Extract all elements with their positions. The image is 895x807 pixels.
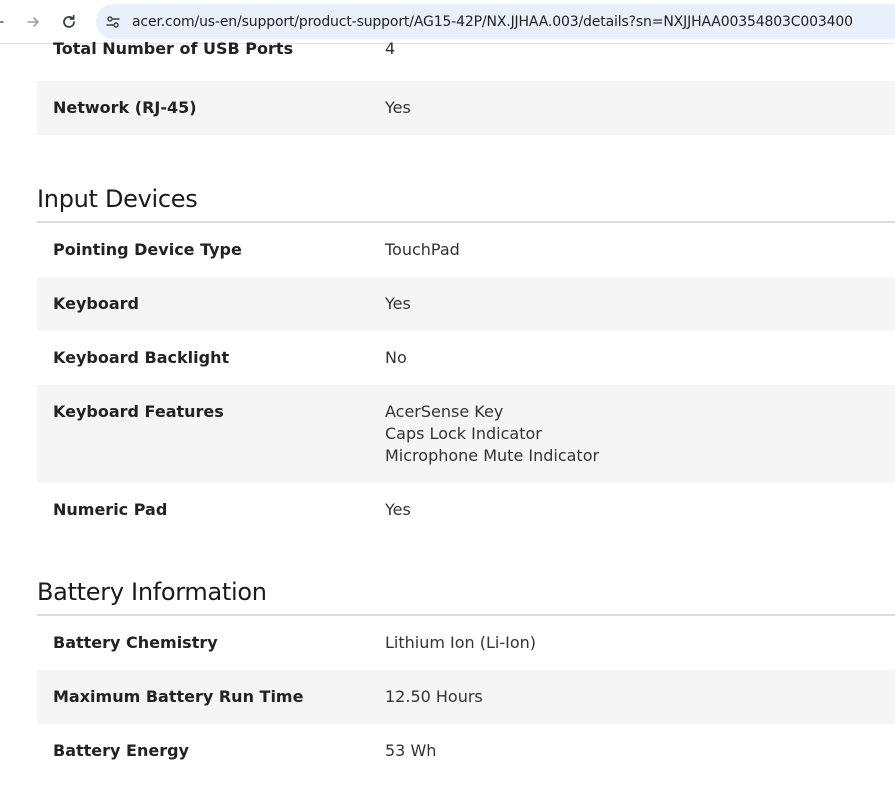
tune-icon <box>106 15 120 28</box>
spec-row: Maximum Battery Run Time 12.50 Hours <box>37 670 895 724</box>
reload-icon <box>63 14 75 28</box>
spec-label: Network (RJ-45) <box>53 98 197 117</box>
spec-value: 53 Wh <box>385 741 437 760</box>
spec-row: Battery Chemistry Lithium Ion (Li-Ion) <box>37 616 895 670</box>
arrow-left-icon <box>0 21 4 23</box>
spec-section-battery: Battery Information Battery Chemistry Li… <box>37 578 895 778</box>
spec-label: Battery Energy <box>53 741 189 760</box>
spec-label: Maximum Battery Run Time <box>53 687 304 706</box>
spec-label: Keyboard Backlight <box>53 348 230 367</box>
spec-value: Yes <box>385 294 411 313</box>
section-header: Input Devices <box>37 185 895 223</box>
address-bar[interactable]: acer.com/us-en/support/product-support/A… <box>96 4 895 39</box>
section-title: Input Devices <box>37 185 198 213</box>
spec-row: Battery Energy 53 Wh <box>37 724 895 778</box>
section-title: Battery Information <box>37 578 267 606</box>
forward-button[interactable] <box>21 10 45 34</box>
spec-row: Network (RJ-45) Yes <box>37 81 895 135</box>
spec-row: Total Number of USB Ports 4 <box>37 38 895 81</box>
spec-value: 12.50 Hours <box>385 687 483 706</box>
spec-section-input-devices: Input Devices Pointing Device Type Touch… <box>37 185 895 537</box>
spec-row: Pointing Device Type TouchPad <box>37 223 895 277</box>
spec-row: Keyboard Backlight No <box>37 331 895 385</box>
spec-value-item: Microphone Mute Indicator <box>385 446 600 465</box>
spec-value: Yes <box>385 500 411 519</box>
spec-value-item: AcerSense Key <box>385 402 504 421</box>
spec-label: Numeric Pad <box>53 500 168 519</box>
arrow-right-icon <box>27 17 39 27</box>
spec-row: Numeric Pad Yes <box>37 483 895 537</box>
spec-label: Total Number of USB Ports <box>53 39 294 58</box>
spec-value: 4 <box>385 39 396 58</box>
spec-label: Pointing Device Type <box>53 240 242 259</box>
specs-content: Total Number of USB Ports 4 Network (RJ-… <box>37 39 895 778</box>
spec-value: Yes <box>385 98 411 117</box>
section-header: Battery Information <box>37 578 895 616</box>
back-button[interactable] <box>0 10 10 34</box>
spec-section-interfaces: Total Number of USB Ports 4 Network (RJ-… <box>37 38 895 135</box>
spec-label: Keyboard Features <box>53 402 224 421</box>
spec-label: Battery Chemistry <box>53 633 218 652</box>
reload-button[interactable] <box>57 10 81 34</box>
spec-row: Keyboard Features AcerSense Key Caps Loc… <box>37 385 895 483</box>
spec-value-list: AcerSense Key Caps Lock Indicator Microp… <box>385 401 599 467</box>
site-info-button[interactable] <box>103 12 123 32</box>
spec-row: Keyboard Yes <box>37 277 895 331</box>
spec-value: TouchPad <box>385 240 460 259</box>
spec-value-item: Caps Lock Indicator <box>385 424 542 443</box>
url-text[interactable]: acer.com/us-en/support/product-support/A… <box>132 14 853 30</box>
spec-value: Lithium Ion (Li-Ion) <box>385 633 537 652</box>
spec-value: No <box>385 348 407 367</box>
spec-label: Keyboard <box>53 294 139 313</box>
